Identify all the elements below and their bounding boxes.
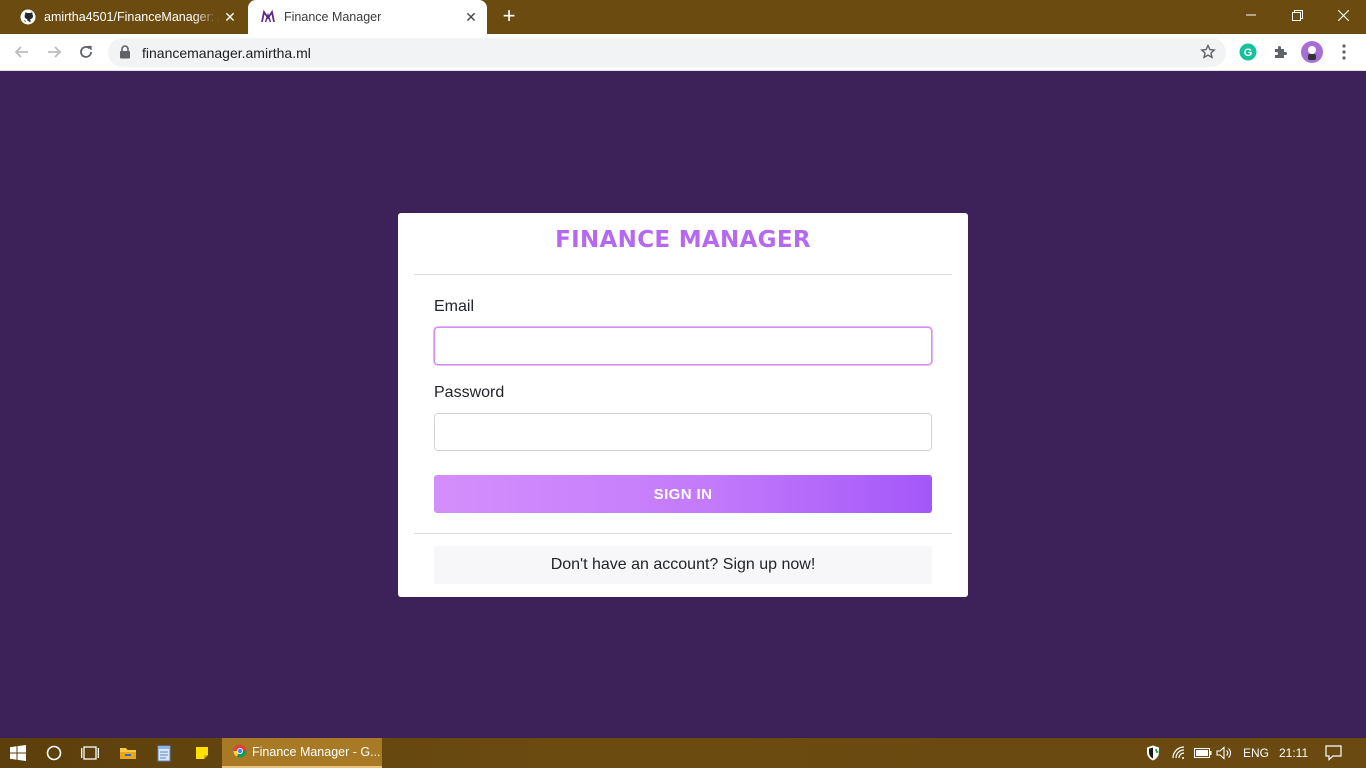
volume-icon[interactable] [1216, 738, 1234, 768]
taskbar-app-chrome[interactable]: Finance Manager - G... [222, 738, 382, 768]
github-icon [20, 9, 36, 25]
password-field[interactable] [434, 413, 932, 451]
sticky-notes-icon[interactable] [184, 738, 220, 768]
bookmark-star-icon[interactable] [1200, 43, 1216, 65]
close-window-icon[interactable] [1320, 0, 1366, 30]
battery-icon[interactable] [1194, 738, 1212, 768]
svg-text:G: G [1244, 47, 1253, 59]
email-field[interactable] [434, 327, 932, 365]
tab-github[interactable]: amirtha4501/FinanceManager: A ✕ [8, 0, 246, 34]
grammarly-icon[interactable]: G [1238, 42, 1258, 62]
notifications-icon[interactable] [1325, 738, 1342, 768]
chrome-icon [233, 744, 247, 761]
wifi-icon[interactable] [1172, 738, 1188, 768]
finance-manager-logo-icon [260, 9, 276, 25]
browser-toolbar: financemanager.amirtha.ml G [0, 34, 1366, 71]
brand-title: FINANCE MANAGER [555, 227, 811, 253]
back-icon[interactable] [10, 40, 34, 64]
clock[interactable]: 21:11 [1279, 738, 1308, 768]
taskbar: Finance Manager - G... ENG 21:11 [0, 738, 1366, 768]
taskbar-app-label: Finance Manager - G... [252, 745, 381, 759]
sign-up-link[interactable]: Don't have an account? Sign up now! [434, 546, 932, 584]
sign-in-button[interactable]: SIGN IN [434, 475, 932, 513]
file-explorer-icon[interactable] [110, 738, 146, 768]
password-label: Password [434, 384, 505, 401]
tab-strip: amirtha4501/FinanceManager: A ✕ Finance … [0, 0, 1366, 34]
reload-icon[interactable] [74, 40, 98, 64]
address-bar[interactable]: financemanager.amirtha.ml [108, 38, 1226, 67]
windows-start-icon[interactable] [0, 738, 36, 768]
new-tab-icon[interactable]: + [498, 5, 520, 28]
minimize-icon[interactable] [1228, 0, 1274, 30]
search-cortana-icon[interactable] [36, 738, 72, 768]
tab-close-icon[interactable]: ✕ [220, 7, 240, 27]
extensions-puzzle-icon[interactable] [1270, 42, 1290, 62]
task-view-icon[interactable] [72, 738, 108, 768]
notepad-icon[interactable] [146, 738, 182, 768]
tab-title: amirtha4501/FinanceManager: A [44, 10, 220, 24]
url-text: financemanager.amirtha.ml [142, 45, 311, 61]
login-card: FINANCE MANAGER Email Password SIGN IN D… [398, 213, 968, 597]
footer-divider [414, 533, 952, 534]
tab-title: Finance Manager [284, 10, 382, 24]
tab-close-icon[interactable]: ✕ [461, 7, 481, 27]
email-label: Email [434, 298, 475, 315]
language-indicator[interactable]: ENG [1243, 738, 1269, 768]
tab-finance-manager[interactable]: Finance Manager ✕ [248, 0, 487, 34]
defender-shield-icon[interactable] [1146, 738, 1160, 768]
lock-icon[interactable] [119, 45, 131, 64]
profile-avatar[interactable] [1301, 41, 1323, 63]
header-divider [414, 274, 952, 275]
restore-icon[interactable] [1274, 0, 1320, 30]
chrome-menu-icon[interactable] [1334, 42, 1354, 62]
forward-icon[interactable] [42, 40, 66, 64]
